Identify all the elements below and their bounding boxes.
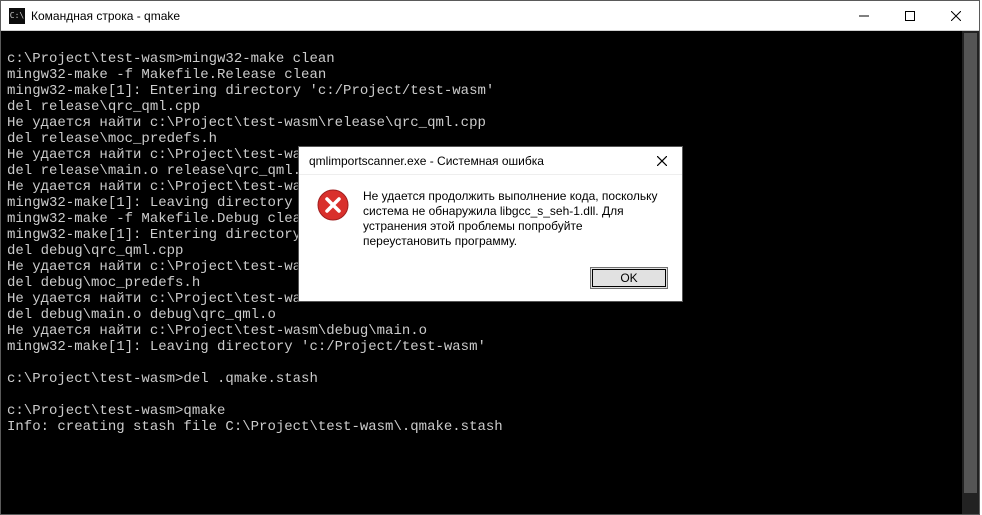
close-button[interactable] (933, 1, 979, 30)
error-icon (317, 189, 349, 221)
dialog-close-button[interactable] (642, 147, 682, 174)
window-title: Командная строка - qmake (31, 9, 841, 23)
titlebar[interactable]: C:\ Командная строка - qmake (1, 1, 979, 31)
cmd-icon: C:\ (9, 8, 25, 24)
minimize-button[interactable] (841, 1, 887, 30)
ok-button[interactable]: OK (590, 267, 668, 289)
error-dialog: qmlimportscanner.exe - Системная ошибка … (298, 146, 683, 302)
dialog-message: Не удается продолжить выполнение кода, п… (363, 189, 664, 249)
maximize-button[interactable] (887, 1, 933, 30)
dialog-titlebar[interactable]: qmlimportscanner.exe - Системная ошибка (299, 147, 682, 175)
scrollbar-thumb[interactable] (964, 33, 977, 493)
dialog-title: qmlimportscanner.exe - Системная ошибка (299, 154, 642, 168)
scrollbar[interactable] (962, 31, 979, 514)
